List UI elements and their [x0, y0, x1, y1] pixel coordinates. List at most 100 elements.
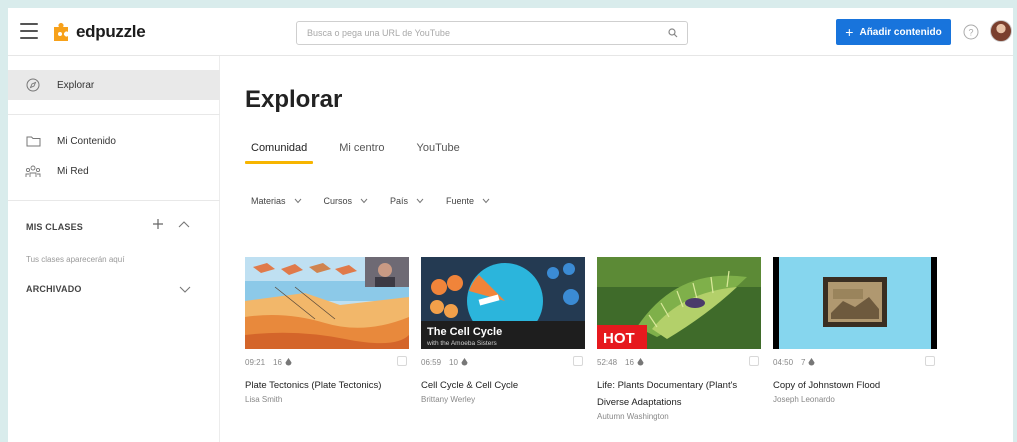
video-title[interactable]: Life: Plants Documentary (Plant's Divers… [597, 377, 761, 411]
question-count: 10 [449, 358, 468, 367]
video-thumbnail[interactable]: HOT [597, 257, 761, 349]
question-count: 16 [273, 358, 292, 367]
tab-mi-centro[interactable]: Mi centro [333, 134, 390, 164]
tab-youtube[interactable]: YouTube [411, 134, 466, 164]
classes-tools [152, 218, 190, 230]
video-thumbnail[interactable]: The Cell Cycle with the Amoeba Sisters [421, 257, 585, 349]
archived-header[interactable]: ARCHIVADO [26, 284, 82, 294]
network-icon [24, 162, 42, 180]
sidebar: Explorar Mi Contenido Mi Red MIS CLASES … [8, 56, 220, 442]
filter-label: Materias [251, 196, 286, 206]
video-duration: 06:59 [421, 357, 442, 367]
question-count-value: 16 [273, 357, 282, 367]
user-avatar[interactable] [990, 20, 1012, 42]
hot-badge: HOT [603, 330, 635, 347]
folder-icon [24, 132, 42, 150]
filter-label: Fuente [446, 196, 475, 206]
sidebar-divider [8, 114, 220, 115]
puzzle-logo-icon [54, 23, 68, 41]
video-meta: 06:59 10 [421, 355, 585, 369]
drop-icon [637, 358, 644, 366]
cell-cycle-illustration: The Cell Cycle with the Amoeba Sisters [421, 257, 585, 349]
plate-tectonics-illustration [245, 257, 409, 349]
sidebar-item-mi-red[interactable]: Mi Red [8, 156, 220, 186]
app-window: edpuzzle + Añadir contenido ? Explorar [8, 8, 1013, 442]
search-input[interactable] [297, 22, 663, 44]
archived-tools [179, 286, 191, 294]
filter-cursos[interactable]: Cursos [324, 196, 369, 206]
add-content-label: Añadir contenido [859, 26, 942, 38]
video-thumbnail[interactable] [245, 257, 409, 349]
johnstown-flood-photo [773, 257, 937, 349]
venus-flytrap-photo: HOT [597, 257, 761, 349]
chevron-down-icon [482, 198, 490, 204]
video-duration: 04:50 [773, 357, 794, 367]
logo-text: edpuzzle [76, 22, 146, 41]
question-count: 16 [625, 358, 644, 367]
sidebar-item-label: Explorar [57, 79, 95, 91]
select-checkbox[interactable] [573, 356, 583, 366]
video-duration: 09:21 [245, 357, 266, 367]
menu-icon[interactable] [20, 23, 38, 39]
help-circle-icon[interactable]: ? [963, 24, 979, 40]
video-card[interactable]: HOT 52:48 16 Life: Plants Documentary (P… [597, 257, 761, 421]
filter-fuente[interactable]: Fuente [446, 196, 490, 206]
select-checkbox[interactable] [749, 356, 759, 366]
filter-materias[interactable]: Materias [251, 196, 302, 206]
add-class-icon[interactable] [152, 218, 164, 230]
chevron-down-icon [416, 198, 424, 204]
compass-icon [24, 76, 42, 94]
video-author[interactable]: Brittany Werley [421, 395, 585, 404]
sidebar-item-explorar[interactable]: Explorar [8, 70, 220, 100]
video-grid: 09:21 16 Plate Tectonics (Plate Tectonic… [245, 257, 1013, 442]
chevron-down-icon[interactable] [179, 286, 191, 294]
tab-bar: Comunidad Mi centro YouTube [245, 134, 486, 164]
top-bar: edpuzzle + Añadir contenido ? [8, 8, 1013, 56]
chevron-down-icon [360, 198, 368, 204]
filter-label: Cursos [323, 196, 353, 206]
question-count-value: 7 [801, 357, 806, 367]
sidebar-divider [8, 200, 220, 201]
video-title[interactable]: Cell Cycle & Cell Cycle [421, 377, 585, 394]
video-card[interactable]: 09:21 16 Plate Tectonics (Plate Tectonic… [245, 257, 409, 404]
select-checkbox[interactable] [397, 356, 407, 366]
question-count-value: 10 [449, 357, 458, 367]
search-icon[interactable] [663, 23, 683, 43]
video-author[interactable]: Autumn Washington [597, 412, 761, 421]
page-title: Explorar [245, 86, 343, 113]
sidebar-item-label: Mi Red [57, 165, 89, 177]
video-duration: 52:48 [597, 357, 618, 367]
tab-comunidad[interactable]: Comunidad [245, 134, 314, 164]
thumb-title: The Cell Cycle [427, 326, 502, 338]
video-meta: 52:48 16 [597, 355, 761, 369]
thumb-subtitle: with the Amoeba Sisters [426, 340, 497, 347]
filter-bar: Materias Cursos País Fuente [251, 196, 512, 206]
question-count-value: 16 [625, 357, 634, 367]
plus-icon: + [845, 24, 854, 40]
drop-icon [461, 358, 468, 366]
sidebar-item-label: Mi Contenido [57, 135, 116, 147]
video-title[interactable]: Plate Tectonics (Plate Tectonics) [245, 377, 409, 394]
video-thumbnail[interactable] [773, 257, 937, 349]
sidebar-item-mi-contenido[interactable]: Mi Contenido [8, 126, 220, 156]
search-bar[interactable] [296, 21, 688, 45]
chevron-down-icon [294, 198, 301, 204]
video-author[interactable]: Lisa Smith [245, 395, 409, 404]
svg-text:?: ? [968, 28, 973, 38]
select-checkbox[interactable] [925, 356, 935, 366]
video-author[interactable]: Joseph Leonardo [773, 395, 937, 404]
chevron-up-icon[interactable] [178, 220, 190, 228]
video-meta: 04:50 7 [773, 355, 937, 369]
video-card[interactable]: 04:50 7 Copy of Johnstown Flood Joseph L… [773, 257, 937, 404]
video-title[interactable]: Copy of Johnstown Flood [773, 377, 937, 394]
filter-label: País [390, 196, 409, 206]
add-content-button[interactable]: + Añadir contenido [836, 19, 951, 45]
drop-icon [808, 358, 815, 366]
video-card[interactable]: The Cell Cycle with the Amoeba Sisters 0… [421, 257, 585, 404]
video-meta: 09:21 16 [245, 355, 409, 369]
edpuzzle-logo[interactable]: edpuzzle [50, 19, 146, 45]
filter-pais[interactable]: País [390, 196, 424, 206]
drop-icon [285, 358, 292, 366]
classes-header: MIS CLASES [26, 222, 84, 232]
question-count: 7 [801, 358, 815, 367]
